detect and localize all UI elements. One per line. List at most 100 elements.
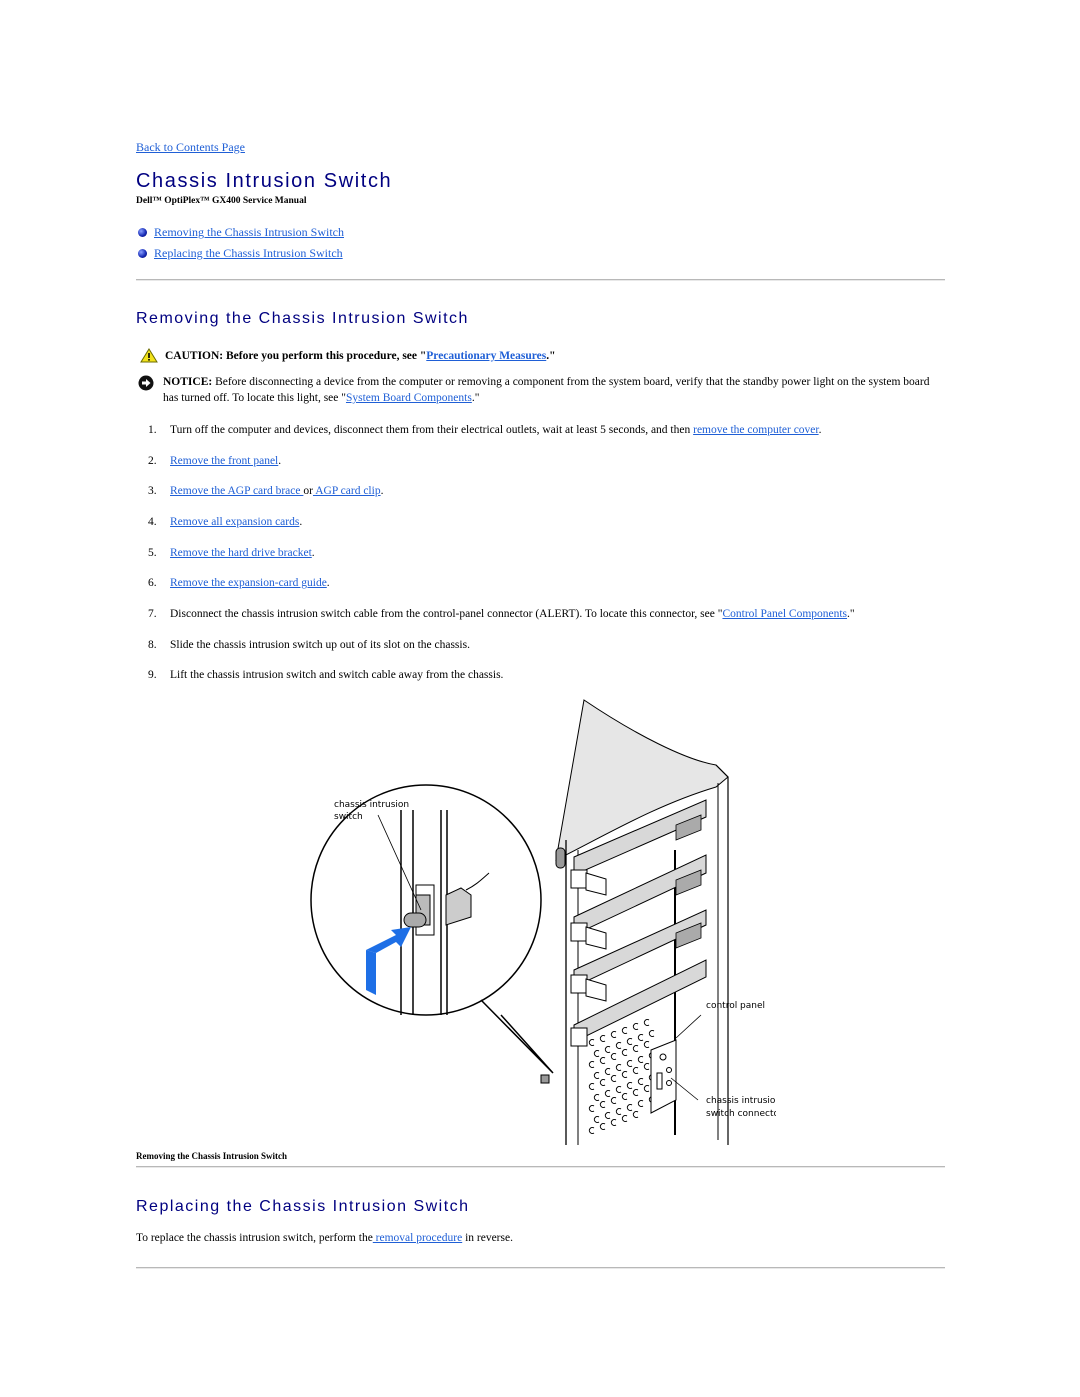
label-chassis-intrusion-switch: chassis intrusion bbox=[334, 800, 409, 810]
removal-procedure-link[interactable]: removal procedure bbox=[373, 1232, 463, 1244]
replace-paragraph: To replace the chassis intrusion switch,… bbox=[136, 1232, 513, 1244]
list-item: 7. Disconnect the chassis intrusion swit… bbox=[136, 608, 945, 620]
page-title: Chassis Intrusion Switch bbox=[136, 170, 393, 192]
toc-item: Replacing the Chassis Intrusion Switch bbox=[138, 243, 344, 264]
step-punct: ." bbox=[847, 608, 855, 620]
vent-hole bbox=[610, 1053, 617, 1060]
list-item: 4. Remove all expansion cards. bbox=[136, 516, 945, 528]
manual-subtitle: Dell™ OptiPlex™ GX400 Service Manual bbox=[136, 196, 307, 206]
vent-hole bbox=[588, 1105, 595, 1112]
notice-label: NOTICE: bbox=[163, 376, 213, 388]
step-text: or bbox=[303, 485, 313, 497]
warning-triangle-icon bbox=[140, 348, 158, 363]
vent-hole bbox=[621, 1049, 628, 1056]
notice-note: NOTICE: Before disconnecting a device fr… bbox=[138, 374, 943, 406]
vent-hole bbox=[593, 1116, 600, 1123]
step-punct: . bbox=[326, 577, 330, 589]
vent-hole bbox=[643, 1019, 650, 1026]
vent-hole bbox=[604, 1112, 611, 1119]
vent-hole bbox=[626, 1082, 633, 1089]
label-control-panel: control panel bbox=[706, 1001, 765, 1011]
notice-text: Before disconnecting a device from the c… bbox=[163, 376, 930, 404]
table-of-contents: Removing the Chassis Intrusion Switch Re… bbox=[138, 222, 344, 264]
vent-hole bbox=[643, 1085, 650, 1092]
vent-hole bbox=[621, 1071, 628, 1078]
caution-text: Before you perform this procedure, see " bbox=[223, 349, 427, 362]
list-item: 9. Lift the chassis intrusion switch and… bbox=[136, 669, 945, 681]
bullet-icon bbox=[138, 249, 147, 258]
step-number: 8. bbox=[148, 639, 157, 651]
vent-hole bbox=[632, 1089, 639, 1096]
vent-hole bbox=[599, 1079, 606, 1086]
vent-hole bbox=[615, 1086, 622, 1093]
label-connector: chassis intrusion bbox=[706, 1096, 776, 1106]
step-punct: . bbox=[278, 455, 282, 467]
vent-hole bbox=[626, 1104, 633, 1111]
step-number: 9. bbox=[148, 669, 157, 681]
vent-hole bbox=[621, 1115, 628, 1122]
list-item: 5. Remove the hard drive bracket. bbox=[136, 547, 945, 559]
caution-label: CAUTION: bbox=[165, 349, 224, 362]
section-heading-removing: Removing the Chassis Intrusion Switch bbox=[136, 310, 469, 327]
vent-hole bbox=[648, 1030, 655, 1037]
label-connector-2: switch connector bbox=[706, 1109, 776, 1119]
replace-text: To replace the chassis intrusion switch,… bbox=[136, 1232, 373, 1244]
step-number: 5. bbox=[148, 547, 157, 559]
remove-front-panel-link[interactable]: Remove the front panel bbox=[170, 455, 278, 467]
vent-hole bbox=[604, 1090, 611, 1097]
list-item: 2. Remove the front panel. bbox=[136, 455, 945, 467]
remove-agp-card-brace-link[interactable]: Remove the AGP card brace bbox=[170, 485, 303, 497]
divider bbox=[136, 1166, 945, 1168]
vent-hole bbox=[632, 1067, 639, 1074]
step-text: Disconnect the chassis intrusion switch … bbox=[170, 608, 723, 620]
notice-arrow-icon bbox=[138, 375, 154, 391]
vent-hole bbox=[599, 1057, 606, 1064]
notice-tail: ." bbox=[471, 392, 480, 404]
control-panel-components-link[interactable]: Control Panel Components bbox=[722, 608, 847, 620]
step-number: 7. bbox=[148, 608, 157, 620]
vent-hole bbox=[593, 1072, 600, 1079]
vent-hole bbox=[626, 1060, 633, 1067]
vent-hole bbox=[615, 1064, 622, 1071]
bullet-icon bbox=[138, 228, 147, 237]
agp-card-clip-link[interactable]: AGP card clip bbox=[313, 485, 380, 497]
back-to-contents-link[interactable]: Back to Contents Page bbox=[136, 140, 245, 155]
vent-hole bbox=[588, 1083, 595, 1090]
step-punct: . bbox=[380, 485, 384, 497]
vent-hole bbox=[637, 1100, 644, 1107]
vent-hole bbox=[643, 1041, 650, 1048]
remove-expansion-card-guide-link[interactable]: Remove the expansion-card guide bbox=[170, 577, 327, 589]
system-board-components-link[interactable]: System Board Components bbox=[346, 392, 472, 404]
step-number: 2. bbox=[148, 455, 157, 467]
step-punct: . bbox=[311, 547, 315, 559]
figure-caption: Removing the Chassis Intrusion Switch bbox=[136, 1151, 288, 1161]
remove-computer-cover-link[interactable]: remove the computer cover bbox=[693, 424, 819, 436]
step-punct: . bbox=[299, 516, 303, 528]
remove-expansion-cards-link[interactable]: Remove all expansion cards bbox=[170, 516, 299, 528]
vent-hole bbox=[593, 1094, 600, 1101]
precautionary-measures-link[interactable]: Precautionary Measures bbox=[426, 350, 546, 362]
vent-hole bbox=[637, 1034, 644, 1041]
vent-hole bbox=[610, 1075, 617, 1082]
vent-hole bbox=[637, 1056, 644, 1063]
vent-hole bbox=[632, 1045, 639, 1052]
toc-link-removing[interactable]: Removing the Chassis Intrusion Switch bbox=[154, 225, 344, 240]
vent-hole bbox=[610, 1031, 617, 1038]
step-number: 6. bbox=[148, 577, 157, 589]
vent-hole bbox=[610, 1097, 617, 1104]
vent-hole bbox=[604, 1068, 611, 1075]
vent-hole bbox=[615, 1108, 622, 1115]
step-number: 4. bbox=[148, 516, 157, 528]
divider bbox=[136, 1267, 945, 1269]
vent-hole bbox=[626, 1038, 633, 1045]
step-number: 1. bbox=[148, 424, 157, 436]
label-chassis-intrusion-switch-2: switch bbox=[334, 812, 363, 822]
list-item: 3. Remove the AGP card brace or AGP card… bbox=[136, 485, 945, 497]
vent-hole bbox=[637, 1078, 644, 1085]
toc-link-replacing[interactable]: Replacing the Chassis Intrusion Switch bbox=[154, 246, 343, 261]
vent-hole bbox=[643, 1063, 650, 1070]
step-number: 3. bbox=[148, 485, 157, 497]
vent-hole bbox=[599, 1035, 606, 1042]
divider bbox=[136, 279, 945, 281]
remove-hard-drive-bracket-link[interactable]: Remove the hard drive bracket bbox=[170, 547, 312, 559]
